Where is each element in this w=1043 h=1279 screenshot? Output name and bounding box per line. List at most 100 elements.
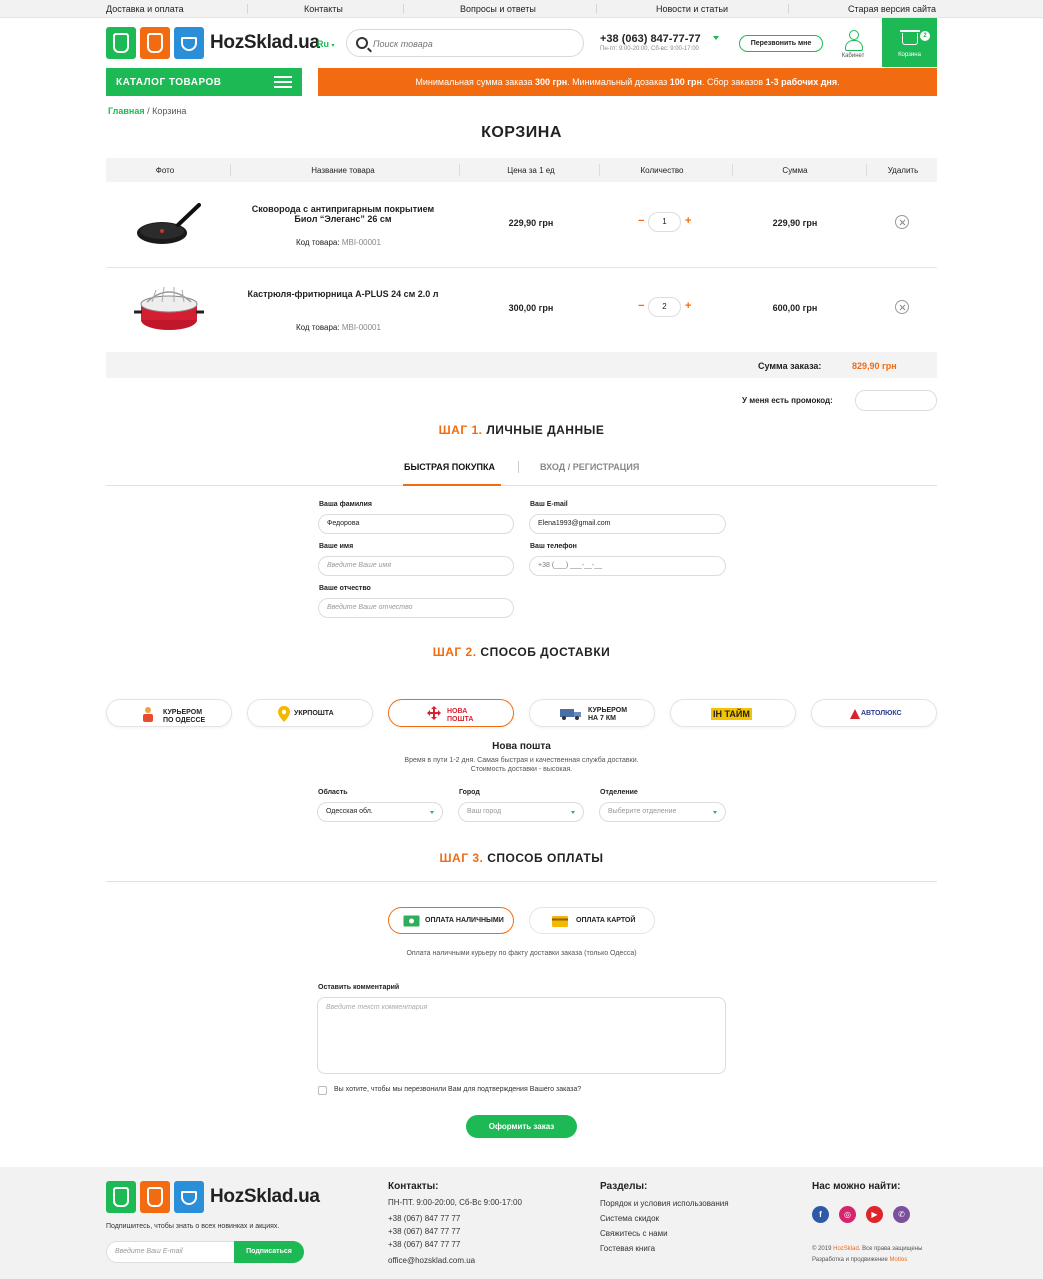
breadcrumb-home-link[interactable]: Главная [108, 106, 145, 116]
increase-button[interactable]: + [685, 300, 691, 312]
remove-item-icon[interactable] [895, 215, 909, 229]
callback-button[interactable]: Перезвонить мне [739, 35, 823, 52]
search-box[interactable] [346, 29, 584, 57]
work-hours: Пн-пт: 9:00-20:00, Сб-вс: 9:00-17:00 [600, 46, 699, 52]
quantity-stepper[interactable]: − 1 + [638, 212, 696, 232]
search-input[interactable] [373, 35, 573, 52]
catalog-label: КАТАЛОГ ТОВАРОВ [116, 77, 222, 88]
selected-delivery-description: Время в пути 1-2 дня. Самая быстрая и ка… [404, 757, 639, 773]
footer-section-link[interactable]: Гостевая книга [600, 1244, 655, 1253]
footer-email[interactable]: office@hozsklad.com.ua [388, 1256, 475, 1265]
facebook-icon[interactable]: f [812, 1206, 829, 1223]
footer-phone[interactable]: +38 (067) 847 77 77 [388, 1240, 460, 1249]
notice-min-reorder: 100 грн [669, 77, 702, 87]
product-name[interactable]: Кастрюля-фритюрница A-PLUS 24 см 2.0 л [246, 289, 440, 299]
cart-count-badge: 2 [920, 31, 930, 41]
site-logo[interactable]: HozSklad.ua [106, 27, 320, 59]
region-select[interactable]: Одесская обл. [317, 802, 443, 822]
developer-link[interactable]: Motios [890, 1257, 908, 1263]
page-title: КОРЗИНА [481, 124, 562, 141]
delivery-option-label: НОВА ПОШТА [447, 708, 473, 724]
delivery-option-nova-poshta[interactable]: НОВА ПОШТА [388, 699, 514, 727]
notice-text: . [837, 77, 840, 87]
column-header-photo: Фото [155, 166, 175, 175]
chevron-down-icon [713, 811, 717, 814]
nav-old-site-link[interactable]: Старая версия сайта [848, 4, 936, 14]
footer-logo[interactable]: HozSklad.ua [106, 1181, 320, 1213]
delivery-option-autolux[interactable]: АВТОЛЮКС [811, 699, 937, 727]
place-order-button[interactable]: Оформить заказ [466, 1115, 577, 1138]
delivery-option-ukrposhta[interactable]: УКРПОШТА [247, 699, 373, 727]
quantity-value[interactable]: 2 [648, 297, 681, 317]
subscribe-email-input[interactable]: Введите Ваш E-mail [106, 1241, 234, 1263]
footer-phone[interactable]: +38 (067) 847 77 77 [388, 1227, 460, 1236]
email-field[interactable]: Elena1993@gmail.com [529, 514, 726, 534]
payment-option-card[interactable]: ОПЛАТА КАРТОЙ [529, 907, 655, 934]
cabinet-label: Кабинет [841, 53, 865, 59]
quantity-value[interactable]: 1 [648, 212, 681, 232]
patronymic-field[interactable]: Введите Ваше отчество [318, 598, 514, 618]
copyright-brand[interactable]: HozSklad [833, 1246, 859, 1252]
remove-item-icon[interactable] [895, 300, 909, 314]
divider [106, 881, 937, 882]
cabinet-link[interactable]: Кабинет [838, 30, 868, 59]
step3-heading: ШАГ 3. СПОСОБ ОПЛАТЫ [0, 851, 1043, 865]
nav-faq-link[interactable]: Вопросы и ответы [460, 4, 536, 14]
order-notice-banner: Минимальная сумма заказа 300 грн. Минима… [318, 68, 937, 96]
subscribe-button[interactable]: Подписаться [234, 1241, 304, 1263]
order-total-label: Сумма заказа: [758, 361, 822, 371]
breadcrumb: Главная / Корзина [108, 106, 186, 116]
tab-quick-purchase[interactable]: БЫСТРАЯ ПОКУПКА [404, 462, 495, 472]
region-value: Одесская обл. [326, 808, 373, 815]
payment-card-label: ОПЛАТА КАРТОЙ [576, 917, 636, 924]
delivery-option-in-time[interactable]: ІН ТАЙМ [670, 699, 796, 727]
tabs-underline [106, 485, 937, 486]
decrease-button[interactable]: − [638, 300, 644, 312]
nav-news-link[interactable]: Новости и статьи [656, 4, 728, 14]
viber-icon[interactable]: ✆ [893, 1206, 910, 1223]
callback-checkbox-label: Вы хотите, чтобы мы перезвонили Вам для … [334, 1086, 582, 1093]
cart-button[interactable]: 2 Корзина [882, 18, 937, 67]
city-select[interactable]: Ваш город [458, 802, 584, 822]
phone-label: Ваш телефон [530, 543, 577, 550]
footer-section-link[interactable]: Порядок и условия использования [600, 1199, 729, 1208]
courier-icon [143, 707, 153, 722]
instagram-icon[interactable]: ◎ [839, 1206, 856, 1223]
basket-icon [900, 30, 920, 45]
footer-section-link[interactable]: Свяжитесь с нами [600, 1229, 668, 1238]
nav-delivery-link[interactable]: Доставка и оплата [106, 4, 184, 14]
surname-field[interactable]: Федорова [318, 514, 514, 534]
name-field[interactable]: Введите Ваше имя [318, 556, 514, 576]
delivery-option-courier-7km[interactable]: КУРЬЕРОМ НА 7 КМ [529, 699, 655, 727]
phone-field[interactable]: +38 (___) ___-__-__ [529, 556, 726, 576]
delivery-option-courier-odessa[interactable]: КУРЬЕРОМ ПО ОДЕССЕ [106, 699, 232, 727]
promo-code-input[interactable] [855, 390, 937, 411]
search-icon[interactable] [356, 37, 368, 49]
quantity-stepper[interactable]: − 2 + [638, 297, 696, 317]
column-header-sum: Сумма [782, 166, 808, 175]
delivery-option-label: АВТОЛЮКС [861, 710, 902, 717]
branch-select[interactable]: Выберите отделение [599, 802, 726, 822]
frying-pan-image [137, 203, 201, 244]
footer-phone[interactable]: +38 (067) 847 77 77 [388, 1214, 460, 1223]
delivery-option-line: ПО ОДЕССЕ [163, 717, 206, 724]
catalog-button[interactable]: КАТАЛОГ ТОВАРОВ [106, 68, 302, 96]
top-bar: Доставка и оплата Контакты Вопросы и отв… [0, 0, 1043, 18]
logo-basin-icon [174, 1181, 204, 1213]
product-name[interactable]: Сковорода с антипригарным покрытием Биол… [246, 204, 440, 224]
language-switcher[interactable]: Ru ▾ [317, 39, 335, 49]
tab-login-register[interactable]: ВХОД / РЕГИСТРАЦИЯ [540, 462, 639, 472]
chevron-down-icon [571, 811, 575, 814]
chevron-down-icon[interactable] [713, 36, 719, 40]
increase-button[interactable]: + [685, 215, 691, 227]
footer-section-link[interactable]: Система скидок [600, 1214, 659, 1223]
youtube-icon[interactable]: ▶ [866, 1206, 883, 1223]
callback-checkbox[interactable] [318, 1086, 327, 1095]
payment-option-cash[interactable]: ОПЛАТА НАЛИЧНЫМИ [388, 907, 514, 934]
comment-textarea[interactable]: Введите текст комментария [317, 997, 726, 1074]
decrease-button[interactable]: − [638, 215, 644, 227]
footer-sections-title: Разделы: [600, 1181, 648, 1192]
header-phone[interactable]: +38 (063) 847-77-77 [600, 33, 701, 45]
nova-poshta-icon [427, 706, 441, 720]
nav-contacts-link[interactable]: Контакты [304, 4, 343, 14]
